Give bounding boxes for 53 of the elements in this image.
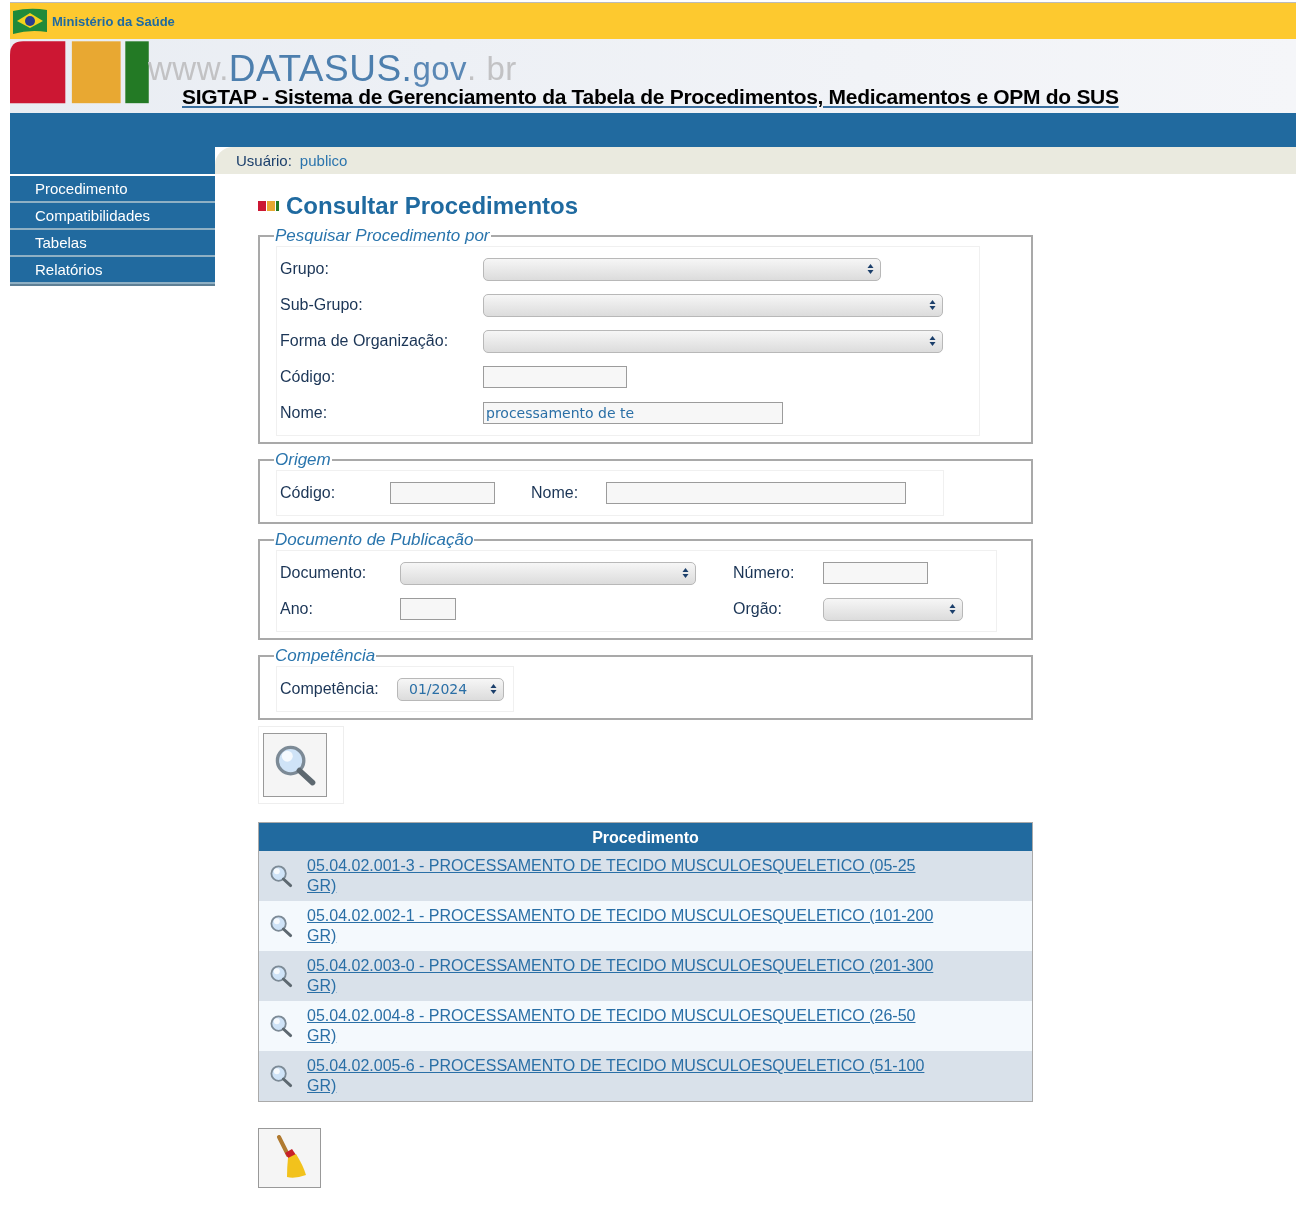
- caret-icon: [929, 299, 936, 311]
- user-label: Usuário:: [236, 152, 292, 169]
- search-icon: [269, 1014, 293, 1038]
- select-field[interactable]: [483, 329, 943, 353]
- user-name: publico: [299, 152, 348, 169]
- field-label: Orgão:: [733, 600, 783, 618]
- caret-icon: [682, 567, 689, 579]
- field-label: Grupo:: [280, 260, 330, 278]
- search-icon: [273, 743, 317, 787]
- field-label: Nome:: [280, 404, 329, 422]
- search-icon: [269, 1064, 293, 1088]
- sidebar-item[interactable]: Relatórios: [10, 257, 215, 284]
- caret-icon: [929, 335, 936, 347]
- input-field[interactable]: [390, 482, 495, 504]
- field-label: Código:: [280, 484, 337, 502]
- input-field[interactable]: processamento de te: [483, 402, 783, 424]
- input-field[interactable]: [483, 366, 627, 388]
- search-icon: [269, 914, 293, 938]
- select-field[interactable]: [483, 257, 881, 281]
- field-label: Sub-Grupo:: [280, 296, 364, 314]
- section-legend: Documento de Publicação: [274, 530, 475, 550]
- section-legend: Origem: [274, 450, 332, 470]
- caret-icon: [949, 603, 956, 615]
- search-icon: [269, 864, 293, 888]
- sidebar-item[interactable]: Compatibilidades: [10, 203, 215, 230]
- search-button[interactable]: [263, 733, 327, 797]
- select-field[interactable]: [400, 561, 696, 585]
- caret-icon: [490, 683, 497, 695]
- field-label: Código:: [280, 368, 337, 386]
- clear-button[interactable]: [258, 1128, 321, 1188]
- input-field[interactable]: [400, 598, 456, 620]
- flag-icon: [12, 7, 48, 35]
- field-label: Número:: [733, 564, 796, 582]
- title-icon: [258, 201, 280, 211]
- select-field[interactable]: [823, 597, 963, 621]
- input-field[interactable]: [606, 482, 906, 504]
- page-title: Consultar Procedimentos: [286, 192, 579, 220]
- select-field[interactable]: 01/2024: [397, 677, 504, 701]
- section-legend: Pesquisar Procedimento por: [274, 226, 491, 246]
- sidebar-item[interactable]: Procedimento: [10, 176, 215, 203]
- field-label: Documento:: [280, 564, 368, 582]
- search-icon: [269, 964, 293, 988]
- section-legend: Competência: [274, 646, 377, 666]
- field-label: Competência:: [280, 680, 380, 698]
- field-label: Forma de Organização:: [280, 332, 450, 350]
- column-header: Procedimento: [259, 823, 1032, 851]
- select-field[interactable]: [483, 293, 943, 317]
- field-label: Ano:: [280, 600, 314, 618]
- ministry-name: Ministério da Saúde: [52, 13, 175, 29]
- sidebar-item[interactable]: Tabelas: [10, 230, 215, 257]
- caret-icon: [867, 263, 874, 275]
- field-label: Nome:: [531, 484, 580, 502]
- input-field[interactable]: [823, 562, 928, 584]
